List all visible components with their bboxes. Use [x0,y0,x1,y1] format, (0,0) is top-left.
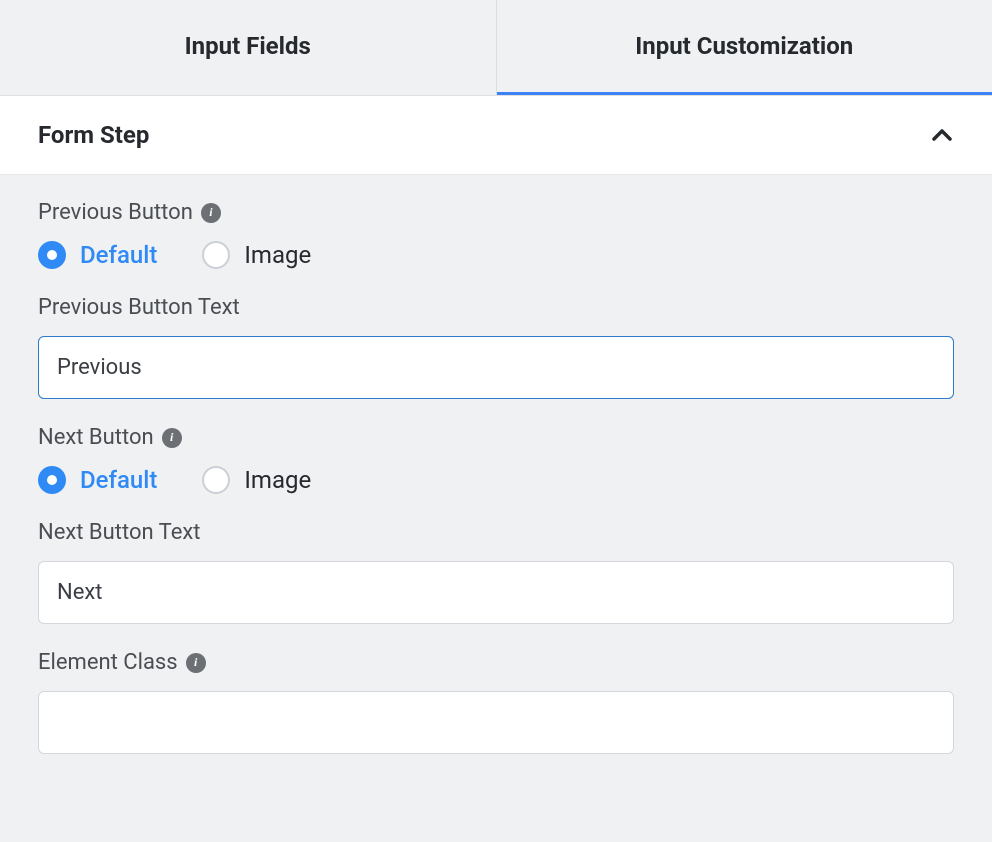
radio-row: Default Image [38,466,954,494]
radio-next-default[interactable]: Default [38,466,157,494]
form-body: Previous Button i Default Image Previous… [0,175,992,820]
info-icon[interactable]: i [201,203,221,223]
tab-label: Input Customization [635,32,853,60]
next-button-text-input[interactable] [38,561,954,624]
info-icon[interactable]: i [186,653,206,673]
section-header[interactable]: Form Step [0,96,992,175]
radio-previous-image[interactable]: Image [202,241,311,269]
radio-row: Default Image [38,241,954,269]
radio-next-image[interactable]: Image [202,466,311,494]
label-text: Previous Button Text [38,295,240,320]
radio-circle [38,241,66,269]
radio-circle [202,466,230,494]
label-text: Previous Button [38,200,193,225]
radio-label: Default [80,466,157,494]
field-label: Next Button i [38,425,954,450]
tab-label: Input Fields [185,32,311,60]
field-previous-button: Previous Button i Default Image [38,200,954,269]
field-previous-button-text: Previous Button Text [38,295,954,399]
radio-label: Image [244,241,311,269]
radio-circle [202,241,230,269]
info-icon[interactable]: i [162,428,182,448]
section-title: Form Step [38,121,149,149]
field-label: Previous Button Text [38,295,954,320]
previous-button-text-input[interactable] [38,336,954,399]
radio-previous-default[interactable]: Default [38,241,157,269]
field-next-button-text: Next Button Text [38,520,954,624]
label-text: Next Button [38,425,154,450]
field-label: Previous Button i [38,200,954,225]
radio-label: Default [80,241,157,269]
chevron-up-icon[interactable] [930,123,954,147]
field-next-button: Next Button i Default Image [38,425,954,494]
radio-label: Image [244,466,311,494]
field-label: Next Button Text [38,520,954,545]
tabs-container: Input Fields Input Customization [0,0,992,96]
label-text: Next Button Text [38,520,201,545]
field-label: Element Class i [38,650,954,675]
radio-circle [38,466,66,494]
label-text: Element Class [38,650,178,675]
tab-input-customization[interactable]: Input Customization [497,0,992,95]
tab-input-fields[interactable]: Input Fields [0,0,497,95]
element-class-input[interactable] [38,691,954,754]
field-element-class: Element Class i [38,650,954,754]
